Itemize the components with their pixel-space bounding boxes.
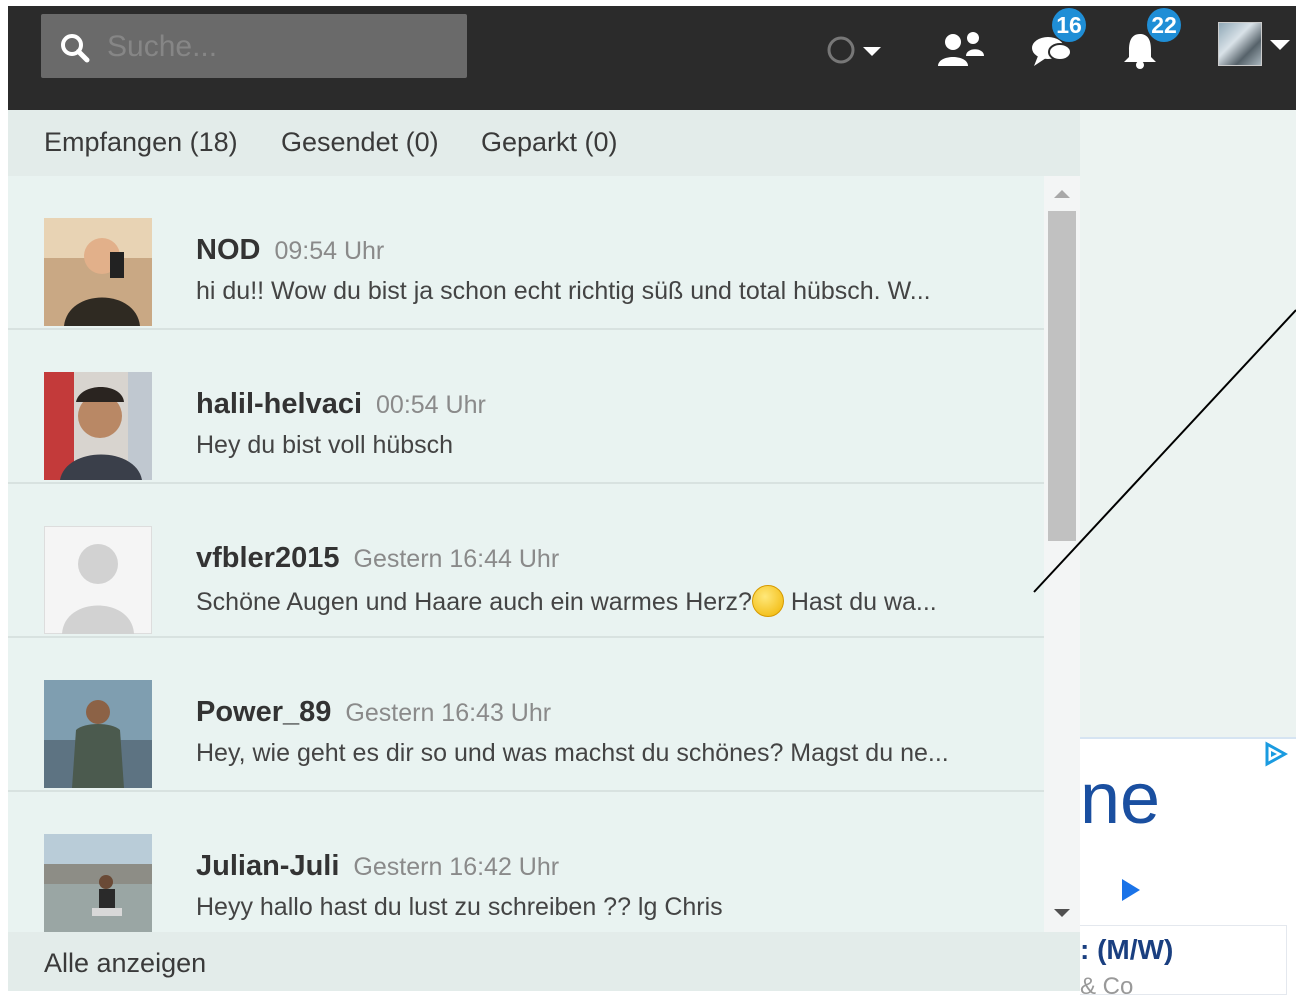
show-all-link[interactable]: Alle anzeigen (8, 932, 1080, 991)
avatar (44, 526, 152, 634)
ad-subtitle-2: & Co (1080, 973, 1134, 1000)
avatar (44, 834, 152, 932)
smiley-icon (751, 585, 784, 617)
message-preview: Heyy hallo hast du lust zu schreiben ?? … (196, 893, 723, 921)
scrollbar-thumb[interactable] (1048, 211, 1076, 541)
search-box[interactable] (41, 14, 467, 78)
message-time: Gestern 16:43 Uhr (345, 699, 552, 727)
list-item[interactable]: NOD 09:54 Uhr hi du!! Wow du bist ja scho… (8, 176, 1044, 330)
message-tabs: Empfangen (18) Gesendet (0) Geparkt (0) (8, 110, 1080, 176)
sender-name: NOD (196, 234, 261, 266)
user-menu[interactable] (1218, 22, 1294, 66)
top-navbar: 16 22 (8, 6, 1296, 110)
message-preview-text: Schöne Augen und Haare auch ein warmes H… (196, 588, 752, 616)
tab-parked[interactable]: Geparkt (0) (481, 127, 618, 158)
show-all-label: Alle anzeigen (44, 948, 207, 978)
message-time: 00:54 Uhr (376, 391, 486, 419)
list-item[interactable]: Power_89 Gestern 16:43 Uhr Hey, wie geht … (8, 638, 1044, 792)
scroll-down-arrow-icon[interactable] (1054, 909, 1070, 917)
users-icon (938, 32, 984, 66)
messages-dropdown: Empfangen (18) Gesendet (0) Geparkt (0) … (8, 110, 1080, 991)
avatar (44, 218, 152, 326)
message-time: 09:54 Uhr (274, 237, 385, 265)
message-time: Gestern 16:42 Uhr (353, 853, 560, 881)
notifications-badge: 22 (1147, 8, 1181, 42)
message-preview: Hey du bist voll hübsch (196, 431, 454, 459)
friends-button[interactable] (936, 30, 986, 70)
list-item[interactable]: halil-helvaci 00:54 Uhr Hey du bist voll … (8, 330, 1044, 484)
scrollbar[interactable] (1044, 176, 1080, 932)
message-preview-text-end: Hast du wa... (783, 588, 937, 616)
status-circle-icon (827, 36, 881, 64)
ad-headline: ne (1080, 759, 1161, 839)
sender-name: vfbler2015 (196, 542, 340, 574)
sender-name: Power_89 (196, 696, 332, 728)
scroll-up-arrow-icon[interactable] (1054, 190, 1070, 198)
tab-sent[interactable]: Gesendet (0) (281, 127, 439, 158)
messages-badge: 16 (1052, 8, 1086, 42)
message-list: NOD 09:54 Uhr hi du!! Wow du bist ja scho… (8, 176, 1044, 932)
tab-received[interactable]: Empfangen (18) (44, 127, 238, 158)
search-input[interactable] (105, 24, 449, 70)
advertisement[interactable]: ne : (M/W) & Co (1080, 737, 1296, 1000)
message-preview: hi du!! Wow du bist ja schon echt richti… (196, 277, 931, 305)
list-item[interactable]: vfbler2015 Gestern 16:44 Uhr Schöne Augen… (8, 484, 1044, 638)
message-time: Gestern 16:44 Uhr (353, 545, 560, 573)
message-preview: Hey, wie geht es dir so und was machst d… (196, 739, 949, 767)
chevron-down-icon (1270, 40, 1290, 50)
sender-name: Julian-Juli (196, 850, 340, 882)
avatar (44, 680, 152, 788)
ad-subtitle: : (M/W) (1080, 934, 1174, 965)
avatar (1218, 22, 1262, 66)
status-dropdown[interactable] (825, 30, 883, 70)
play-icon (1122, 879, 1140, 901)
list-item[interactable]: Julian-Juli Gestern 16:42 Uhr Heyy hallo … (8, 792, 1044, 932)
message-preview: Schöne Augen und Haare auch ein warmes H… (196, 585, 937, 617)
avatar (44, 372, 152, 480)
sender-name: halil-helvaci (196, 388, 363, 420)
adchoices-icon[interactable] (1262, 741, 1288, 767)
search-icon (61, 34, 90, 63)
